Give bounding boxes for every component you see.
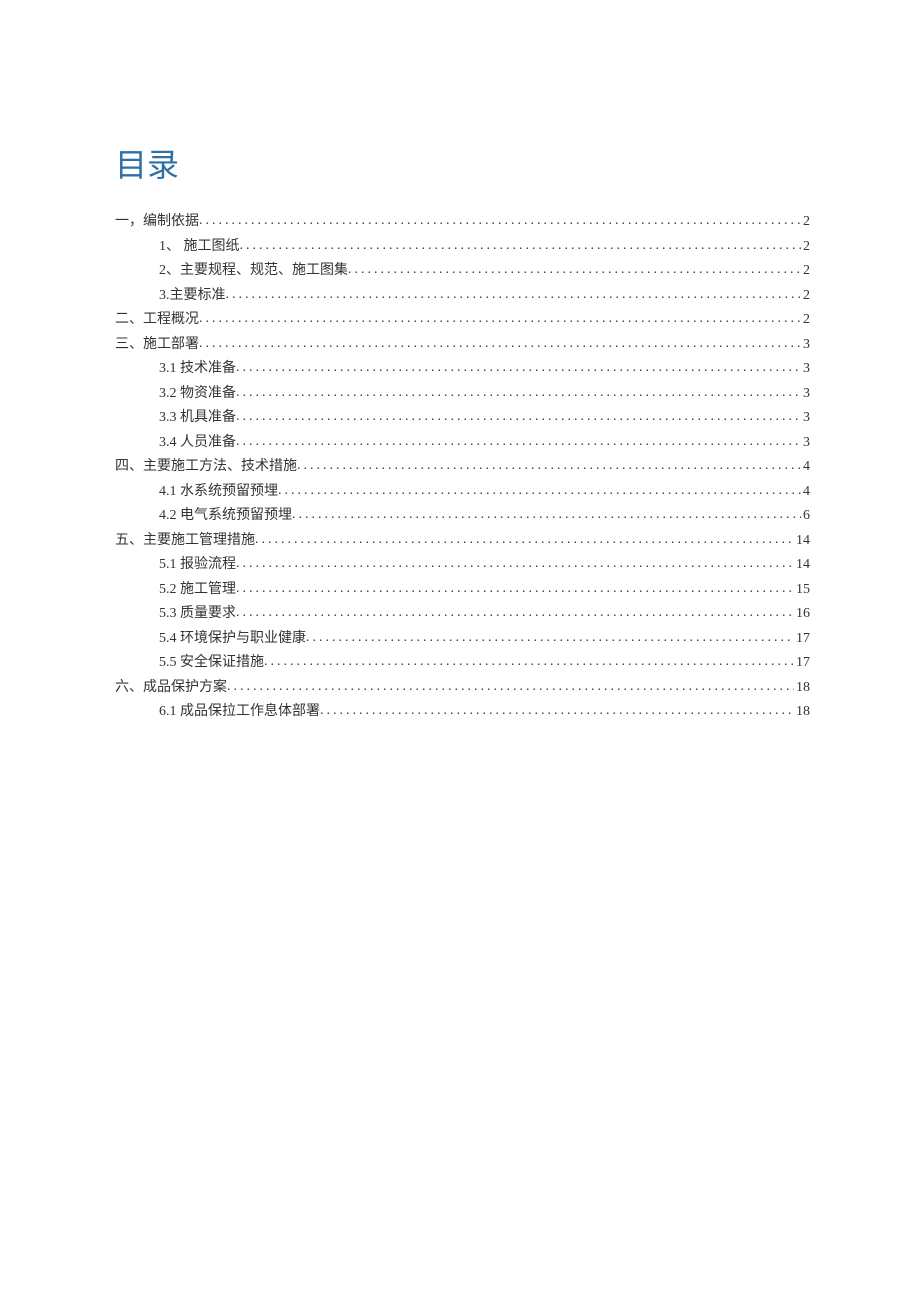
toc-entry-label: 2、主要规程、规范、施工图集 <box>159 259 348 284</box>
toc-entry-label: 四、主要施工方法、技术措施 <box>115 455 297 480</box>
toc-entry: 1、 施工图纸 2 <box>115 235 810 260</box>
toc-entry-page: 3 <box>801 431 810 456</box>
toc-entry: 3.3 机具准备 3 <box>115 406 810 431</box>
toc-entry-page: 17 <box>794 627 810 652</box>
toc-leader-dots <box>236 356 801 381</box>
toc-entry-label: 六、成品保护方案 <box>115 676 227 701</box>
toc-entry-label: 5.4 环境保护与职业健康 <box>159 627 306 652</box>
toc-leader-dots <box>348 258 801 283</box>
toc-leader-dots <box>227 675 794 700</box>
toc-entry-page: 4 <box>801 455 810 480</box>
toc-leader-dots <box>236 430 801 455</box>
toc-entry: 一，编制依据 2 <box>115 210 810 235</box>
toc-entry-label: 1、 施工图纸 <box>159 235 240 260</box>
toc-entry: 4.1 水系统预留预埋 4 <box>115 480 810 505</box>
toc-entry-page: 2 <box>801 210 810 235</box>
toc-entry-page: 15 <box>794 578 810 603</box>
toc-entry-label: 三、施工部署 <box>115 333 199 358</box>
toc-entry-page: 16 <box>794 602 810 627</box>
toc-entry-label: 3.2 物资准备 <box>159 382 236 407</box>
toc-entry: 5.1 报验流程 14 <box>115 553 810 578</box>
toc-entry: 三、施工部署 3 <box>115 333 810 358</box>
toc-leader-dots <box>236 405 801 430</box>
toc-leader-dots <box>278 479 801 504</box>
toc-leader-dots <box>297 454 801 479</box>
toc-leader-dots <box>236 552 794 577</box>
toc-entry: 二、工程概况 2 <box>115 308 810 333</box>
toc-entry-label: 五、主要施工管理措施 <box>115 529 255 554</box>
toc-entry: 3.主要标准 2 <box>115 284 810 309</box>
toc-leader-dots <box>240 234 802 259</box>
toc-entry: 2、主要规程、规范、施工图集 2 <box>115 259 810 284</box>
toc-entry-label: 5.5 安全保证措施 <box>159 651 264 676</box>
toc-entry-label: 3.3 机具准备 <box>159 406 236 431</box>
toc-leader-dots <box>320 699 794 724</box>
toc-entry-label: 3.4 人员准备 <box>159 431 236 456</box>
toc-entry-label: 4.1 水系统预留预埋 <box>159 480 278 505</box>
toc-title: 目录 <box>115 140 810 186</box>
toc-entry-page: 18 <box>794 676 810 701</box>
toc-entry: 5.5 安全保证措施 17 <box>115 651 810 676</box>
toc-entry-page: 2 <box>801 235 810 260</box>
toc-leader-dots <box>306 626 794 651</box>
toc-leader-dots <box>199 332 801 357</box>
toc-leader-dots <box>226 283 802 308</box>
toc-entry-label: 4.2 电气系统预留预埋 <box>159 504 292 529</box>
toc-leader-dots <box>236 601 794 626</box>
toc-entry: 3.1 技术准备 3 <box>115 357 810 382</box>
toc-leader-dots <box>199 209 801 234</box>
toc-entry-label: 3.1 技术准备 <box>159 357 236 382</box>
toc-entry-label: 5.2 施工管理 <box>159 578 236 603</box>
toc-entry-label: 5.3 质量要求 <box>159 602 236 627</box>
toc-entry-label: 6.1 成品保拉工作息体部署 <box>159 700 320 725</box>
toc-entry: 4.2 电气系统预留预埋 6 <box>115 504 810 529</box>
toc-entry-page: 3 <box>801 406 810 431</box>
toc-entry-page: 3 <box>801 382 810 407</box>
toc-entry-label: 二、工程概况 <box>115 308 199 333</box>
toc-leader-dots <box>264 650 794 675</box>
toc-leader-dots <box>255 528 794 553</box>
toc-entry-label: 一，编制依据 <box>115 210 199 235</box>
toc-entry-page: 6 <box>801 504 810 529</box>
toc-entry-page: 3 <box>801 357 810 382</box>
toc-entry-page: 2 <box>801 259 810 284</box>
toc-entry-label: 5.1 报验流程 <box>159 553 236 578</box>
toc-entry-page: 2 <box>801 308 810 333</box>
toc-entry-page: 18 <box>794 700 810 725</box>
toc-entry: 四、主要施工方法、技术措施 4 <box>115 455 810 480</box>
toc-entry: 五、主要施工管理措施 14 <box>115 529 810 554</box>
toc-entry-page: 14 <box>794 553 810 578</box>
toc-leader-dots <box>236 381 801 406</box>
toc-entry: 6.1 成品保拉工作息体部署 18 <box>115 700 810 725</box>
toc-entry-page: 4 <box>801 480 810 505</box>
toc-entry: 3.4 人员准备 3 <box>115 431 810 456</box>
toc-entry-page: 2 <box>801 284 810 309</box>
toc-entry-page: 3 <box>801 333 810 358</box>
toc-leader-dots <box>236 577 794 602</box>
toc-entry: 3.2 物资准备 3 <box>115 382 810 407</box>
toc-leader-dots <box>292 503 801 528</box>
toc-entry-label: 3.主要标准 <box>159 284 226 309</box>
toc-entry: 5.3 质量要求 16 <box>115 602 810 627</box>
toc-entry: 六、成品保护方案 18 <box>115 676 810 701</box>
toc-entry: 5.4 环境保护与职业健康 17 <box>115 627 810 652</box>
toc-leader-dots <box>199 307 801 332</box>
toc-entry-page: 17 <box>794 651 810 676</box>
toc-container: 一，编制依据21、 施工图纸22、主要规程、规范、施工图集23.主要标准2二、工… <box>115 210 810 725</box>
toc-entry: 5.2 施工管理 15 <box>115 578 810 603</box>
toc-entry-page: 14 <box>794 529 810 554</box>
